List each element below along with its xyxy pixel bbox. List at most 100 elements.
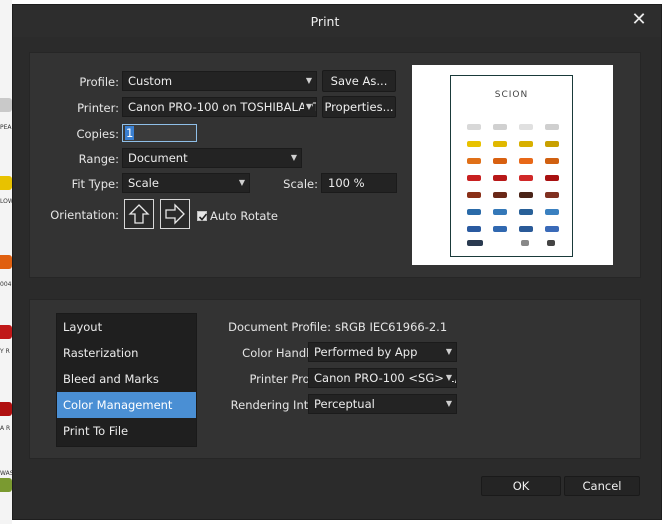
- rendering-intent-value: Perceptual: [314, 397, 375, 411]
- fit-type-value: Scale: [128, 176, 159, 190]
- preview-car-thumb: [545, 141, 559, 147]
- title-bar: Print ✕: [13, 5, 661, 37]
- preview-car-thumb: [467, 158, 481, 164]
- chevron-down-icon: ▼: [238, 178, 245, 187]
- chevron-down-icon: ▼: [443, 369, 452, 387]
- auto-rotate-checkbox[interactable]: [197, 211, 208, 221]
- preview-car-thumb: [545, 192, 559, 198]
- settings-category-list: Layout Rasterization Bleed and Marks Col…: [56, 313, 197, 447]
- print-dialog: Print ✕ Profile: Custom ▼ Save As... Pri…: [12, 4, 662, 520]
- screen: PEA LOW 004 Y R A R WAS Print ✕ Profile:…: [0, 0, 662, 524]
- bg-label: PEA: [0, 124, 12, 131]
- preview-car-thumb: [519, 192, 533, 198]
- bg-label: 004: [0, 281, 12, 288]
- printer-label: Printer:: [77, 101, 119, 115]
- cancel-button[interactable]: Cancel: [564, 476, 640, 496]
- properties-button[interactable]: Properties...: [322, 96, 396, 118]
- preview-car-thumb: [467, 192, 481, 198]
- nav-item-layout[interactable]: Layout: [57, 314, 196, 340]
- preview-car-thumb: [519, 158, 533, 164]
- profile-value: Custom: [128, 74, 173, 88]
- background-document: PEA LOW 004 Y R A R WAS: [0, 0, 14, 524]
- bg-car-thumb: [0, 98, 12, 112]
- bg-car-thumb: [0, 402, 12, 416]
- preview-car-thumb: [467, 226, 481, 232]
- nav-item-color-management[interactable]: Color Management: [57, 392, 196, 418]
- scale-label: Scale:: [283, 177, 318, 191]
- copies-input[interactable]: 1: [122, 124, 197, 142]
- bg-car-thumb: [0, 255, 12, 269]
- profile-dropdown[interactable]: Custom ▼: [122, 71, 317, 91]
- landscape-orientation-button[interactable]: [160, 199, 190, 229]
- preview-footer-mark: [521, 240, 529, 246]
- preview-car-thumb: [493, 192, 507, 198]
- chevron-down-icon: ▼: [290, 153, 297, 162]
- preview-car-thumb: [545, 226, 559, 232]
- close-icon[interactable]: ✕: [629, 10, 649, 30]
- rendering-intent-dropdown[interactable]: Perceptual ▼: [308, 394, 457, 414]
- bg-label: Y R: [0, 348, 10, 355]
- preview-car-thumb: [519, 124, 533, 130]
- nav-item-print-to-file[interactable]: Print To File: [57, 418, 196, 444]
- preview-car-thumb: [467, 141, 481, 147]
- portrait-orientation-button[interactable]: [124, 199, 154, 229]
- preview-car-thumb: [545, 158, 559, 164]
- copies-label: Copies:: [76, 127, 119, 141]
- printer-dropdown[interactable]: Canon PRO-100 on TOSHIBALAPTOP ▼: [122, 97, 317, 117]
- color-handling-dropdown[interactable]: Performed by App ▼: [308, 342, 457, 362]
- checkmark-icon: [198, 213, 208, 221]
- orientation-label: Orientation:: [50, 208, 119, 222]
- preview-car-thumb: [545, 175, 559, 181]
- printer-profile-value: Canon PRO-100 <SG> 1/2: [314, 371, 457, 385]
- chevron-down-icon: ▼: [305, 76, 312, 85]
- ok-button[interactable]: OK: [481, 476, 561, 496]
- document-profile-value: sRGB IEC61966-2.1: [335, 320, 448, 334]
- preview-car-thumb: [519, 209, 533, 215]
- auto-rotate-label: Auto Rotate: [210, 209, 279, 223]
- range-dropdown[interactable]: Document ▼: [122, 148, 302, 168]
- bg-car-thumb: [0, 478, 12, 492]
- preview-car-thumb: [519, 175, 533, 181]
- preview-car-thumb: [493, 209, 507, 215]
- fit-type-dropdown[interactable]: Scale ▼: [122, 173, 250, 193]
- preview-car-thumb: [493, 124, 507, 130]
- preview-car-thumb: [467, 209, 481, 215]
- fit-type-label: Fit Type:: [71, 177, 119, 191]
- range-label: Range:: [78, 152, 119, 166]
- scale-input[interactable]: 100 %: [321, 173, 397, 193]
- preview-car-thumb: [493, 175, 507, 181]
- chevron-down-icon: ▼: [303, 98, 312, 116]
- bg-car-thumb: [0, 176, 12, 190]
- save-as-button[interactable]: Save As...: [322, 70, 396, 92]
- preview-car-thumb: [493, 141, 507, 147]
- preview-sheet: SCION: [450, 75, 573, 257]
- document-profile-label: Document Profile:: [228, 320, 331, 334]
- preview-car-thumb: [467, 175, 481, 181]
- preview-footer-mark: [467, 240, 483, 246]
- bg-car-thumb: [0, 325, 12, 339]
- copies-value: 1: [125, 126, 135, 140]
- preview-car-thumb: [493, 158, 507, 164]
- nav-item-bleed-and-marks[interactable]: Bleed and Marks: [57, 366, 196, 392]
- printer-value: Canon PRO-100 on TOSHIBALAPTOP: [128, 100, 317, 114]
- preview-car-thumb: [545, 124, 559, 130]
- preview-car-thumb: [467, 124, 481, 130]
- print-preview: SCION: [412, 65, 613, 265]
- chevron-down-icon: ▼: [445, 347, 452, 356]
- range-value: Document: [128, 151, 188, 165]
- preview-car-thumb: [545, 209, 559, 215]
- profile-label: Profile:: [79, 75, 119, 89]
- preview-footer-mark: [547, 240, 555, 246]
- chevron-down-icon: ▼: [445, 399, 452, 408]
- bg-label: A R: [0, 425, 11, 432]
- color-handling-value: Performed by App: [314, 345, 418, 359]
- preview-car-grid: [467, 124, 559, 246]
- printer-profile-dropdown[interactable]: Canon PRO-100 <SG> 1/2 ▼: [308, 368, 457, 388]
- arrow-right-icon: [165, 203, 185, 225]
- nav-item-rasterization[interactable]: Rasterization: [57, 340, 196, 366]
- arrow-up-icon: [128, 204, 150, 224]
- dialog-title: Print: [310, 14, 340, 29]
- preview-car-thumb: [519, 141, 533, 147]
- preview-car-thumb: [519, 226, 533, 232]
- preview-car-thumb: [493, 226, 507, 232]
